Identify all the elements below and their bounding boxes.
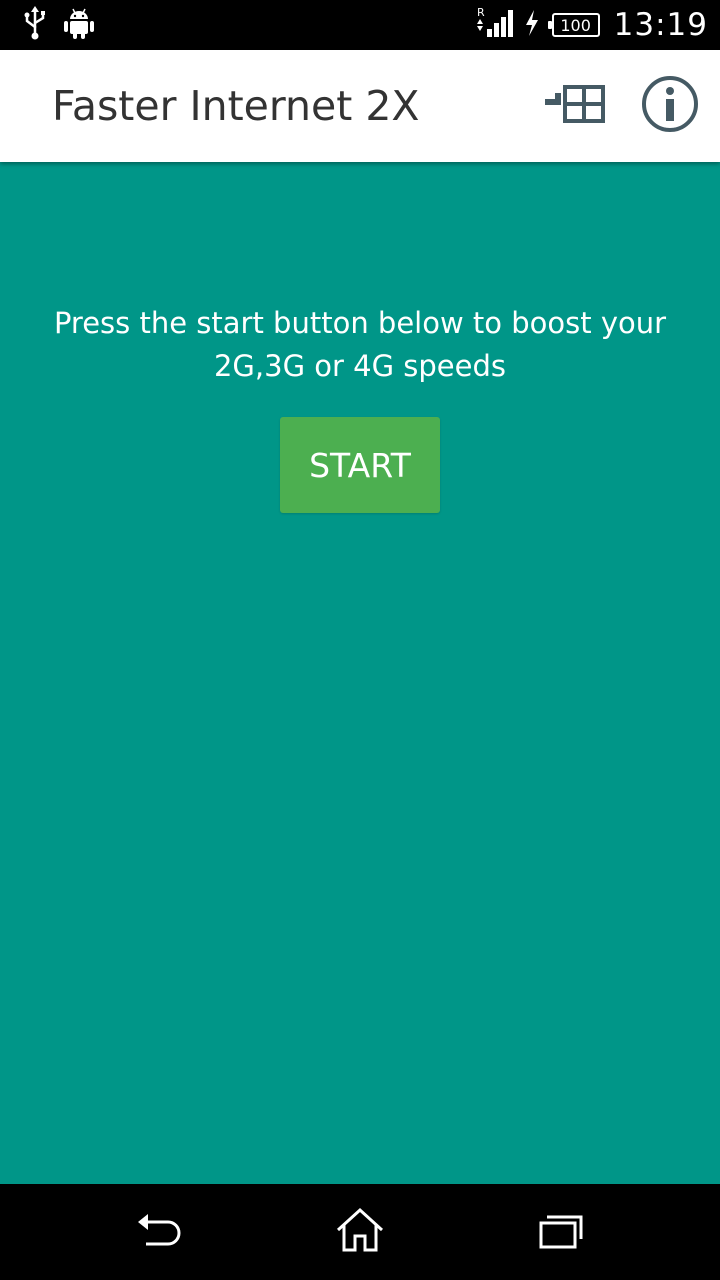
boost-instructions: Press the start button below to boost yo… [53, 306, 667, 383]
apps-button[interactable] [543, 74, 607, 138]
back-icon [134, 1208, 186, 1256]
signal-icon: R [476, 5, 516, 45]
back-button[interactable] [128, 1202, 192, 1262]
system-indicators: R 100 13:19 [476, 6, 708, 44]
start-button[interactable]: START [280, 417, 440, 513]
usb-icon [22, 5, 48, 45]
roaming-indicator: R [477, 6, 485, 19]
info-button[interactable] [638, 74, 702, 138]
app-bar: Faster Internet 2X [0, 50, 720, 162]
android-debug-icon [62, 5, 96, 45]
main-content: Press the start button below to boost yo… [0, 162, 720, 1184]
navigation-bar [0, 1184, 720, 1280]
recent-apps-icon [534, 1208, 586, 1256]
info-icon [640, 74, 700, 138]
app-title: Faster Internet 2X [52, 82, 420, 130]
home-icon [334, 1206, 386, 1258]
notification-icons [22, 6, 96, 44]
status-time: 13:19 [613, 7, 708, 43]
status-bar: R 100 13:19 [0, 0, 720, 50]
recent-apps-button[interactable] [528, 1202, 592, 1262]
charging-icon [524, 9, 540, 41]
apps-icon [543, 80, 607, 132]
battery-level: 100 [560, 15, 591, 35]
home-button[interactable] [328, 1202, 392, 1262]
battery-icon: 100 [547, 13, 600, 37]
